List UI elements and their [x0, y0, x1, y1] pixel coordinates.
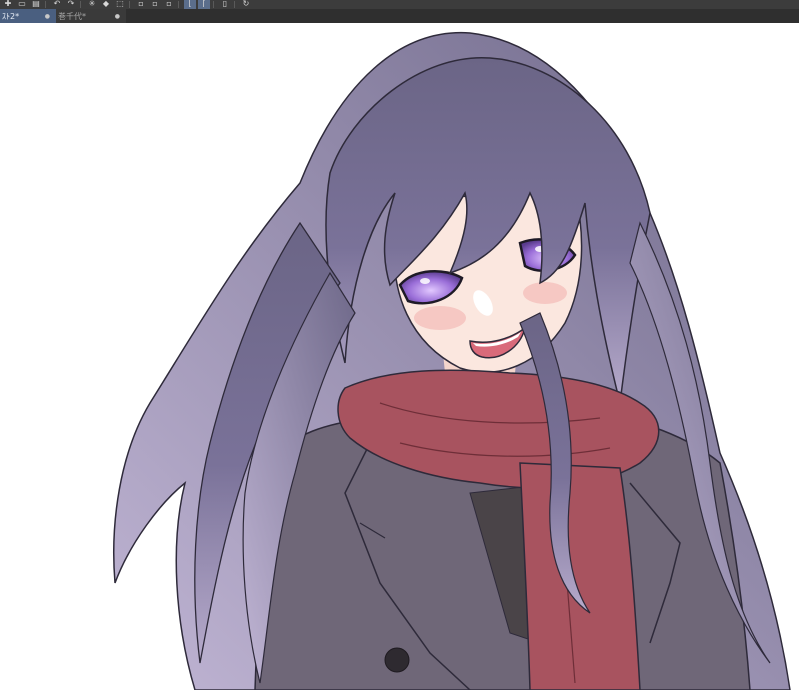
illustration	[113, 31, 791, 690]
toolbar-divider	[213, 1, 214, 8]
select-2-icon[interactable]: ▫	[163, 0, 175, 9]
toolbar-divider	[129, 1, 130, 8]
select-icon[interactable]: ▫	[149, 0, 161, 9]
transform-icon[interactable]: ⬚	[114, 0, 126, 9]
document-tab-active[interactable]: ｽﾄ2* ●	[0, 9, 56, 23]
toolbar-divider	[178, 1, 179, 8]
blush-right	[523, 282, 567, 304]
redo-icon[interactable]: ↷	[65, 0, 77, 9]
crop-icon[interactable]: ▫	[135, 0, 147, 9]
tab-label: 巻千代*	[58, 11, 86, 21]
toolbar-divider	[80, 1, 81, 8]
undo-icon[interactable]: ↶	[51, 0, 63, 9]
tab-close-icon[interactable]: ●	[45, 13, 50, 20]
document-tabbar: ｽﾄ2* ● 巻千代* ●	[0, 9, 799, 23]
ruler-2-icon[interactable]: ⌈	[198, 0, 210, 9]
tab-label: ｽﾄ2*	[2, 11, 20, 21]
coat-button	[384, 647, 410, 673]
device-icon[interactable]: ▯	[219, 0, 231, 9]
document-tab[interactable]: 巻千代* ●	[56, 9, 126, 23]
open-icon[interactable]: ▭	[16, 0, 28, 9]
ruler-icon[interactable]: ⌊	[184, 0, 196, 9]
drawing-canvas[interactable]	[0, 23, 799, 690]
toolbar: ✚ ▭ ▤ ↶ ↷ ✳ ◆ ⬚ ▫ ▫ ▫ ⌊ ⌈ ▯ ↻	[0, 0, 799, 9]
toolbar-divider	[45, 1, 46, 8]
tab-close-icon[interactable]: ●	[115, 13, 120, 20]
eye-left-highlight	[420, 278, 430, 284]
blush-left	[414, 306, 466, 330]
save-icon[interactable]: ▤	[30, 0, 42, 9]
rotate-icon[interactable]: ↻	[240, 0, 252, 9]
new-icon[interactable]: ✚	[2, 0, 14, 9]
loading-icon[interactable]: ✳	[86, 0, 98, 9]
fill-icon[interactable]: ◆	[100, 0, 112, 9]
scarf-tail	[519, 462, 641, 690]
toolbar-divider	[234, 1, 235, 8]
